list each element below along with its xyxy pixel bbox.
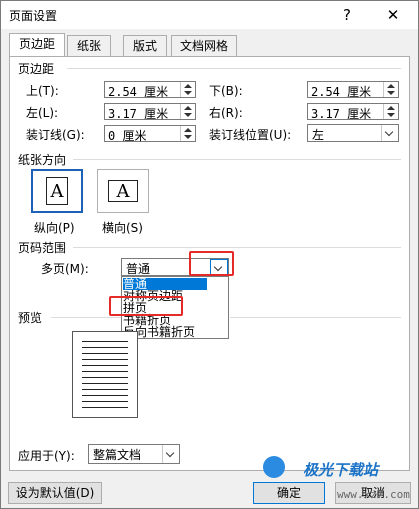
top-margin-value: 2.54 厘米 — [108, 85, 169, 99]
gutter-input[interactable]: 0 厘米 — [104, 125, 196, 143]
watermark-url: www.xz7.com — [337, 488, 410, 501]
section-preview: 预览 — [18, 309, 47, 326]
right-margin-value: 3.17 厘米 — [311, 107, 372, 121]
spin-arrows[interactable] — [180, 104, 195, 119]
page-setup-dialog: 页面设置 ? ✕ 页边距 纸张 版式 文档网格 页边距 上(T): 2.54 厘… — [0, 0, 419, 509]
preview-line — [82, 359, 128, 360]
apply-to-value: 整篇文档 — [93, 448, 142, 462]
spin-arrows[interactable] — [383, 82, 398, 97]
close-button[interactable]: ✕ — [381, 4, 405, 26]
highlight-box-option — [109, 296, 183, 316]
section-margins: 页边距 — [18, 60, 59, 77]
set-default-button[interactable]: 设为默认值(D) — [8, 482, 102, 504]
spin-arrows[interactable] — [383, 104, 398, 119]
gutter-position-select[interactable]: 左 — [307, 124, 399, 142]
tab-document-grid[interactable]: 文档网格 — [171, 35, 237, 56]
watermark-logo-icon — [263, 456, 285, 478]
tab-paper[interactable]: 纸张 — [67, 35, 111, 56]
landscape-button[interactable]: A — [97, 169, 149, 213]
left-margin-label: 左(L): — [26, 106, 59, 120]
preview-line — [82, 341, 128, 342]
gutter-value: 0 厘米 — [108, 129, 147, 143]
gutter-position-value: 左 — [312, 128, 325, 142]
bottom-margin-label: 下(B): — [209, 84, 243, 98]
chevron-down-icon[interactable] — [381, 125, 398, 141]
gutter-position-label: 装订线位置(U): — [209, 128, 292, 142]
spin-arrows[interactable] — [180, 82, 195, 97]
left-margin-input[interactable]: 3.17 厘米 — [104, 103, 196, 121]
ok-button[interactable]: 确定 — [253, 482, 325, 504]
help-button[interactable]: ? — [335, 4, 359, 26]
divider — [51, 317, 121, 318]
title-bar: 页面设置 ? ✕ — [1, 1, 418, 29]
spin-arrows[interactable] — [180, 126, 195, 141]
divider — [73, 247, 401, 248]
preview-line — [82, 389, 128, 390]
preview-line — [82, 371, 128, 372]
apply-to-select[interactable]: 整篇文档 — [88, 444, 180, 464]
apply-to-label: 应用于(Y): — [18, 449, 75, 463]
multiple-pages-label: 多页(M): — [41, 262, 89, 276]
preview-line — [82, 383, 128, 384]
preview-line — [82, 347, 128, 348]
section-pages: 页码范围 — [18, 239, 71, 256]
preview-line — [82, 377, 128, 378]
landscape-label[interactable]: 横向(S) — [102, 219, 143, 236]
divider — [230, 317, 401, 318]
preview-line — [82, 365, 128, 366]
preview-line — [82, 407, 128, 408]
tab-layout[interactable]: 版式 — [123, 35, 167, 56]
watermark-name: 极光下载站 — [303, 461, 379, 479]
divider — [67, 68, 401, 69]
bottom-margin-value: 2.54 厘米 — [311, 85, 372, 99]
top-margin-label: 上(T): — [26, 84, 59, 98]
multiple-pages-value: 普通 — [126, 262, 151, 276]
highlight-box-dropdown-button — [189, 251, 234, 276]
portrait-page-icon: A — [46, 177, 68, 205]
left-margin-value: 3.17 厘米 — [108, 107, 169, 121]
section-orientation: 纸张方向 — [18, 151, 71, 168]
bottom-margin-input[interactable]: 2.54 厘米 — [307, 81, 399, 99]
divider — [73, 159, 401, 160]
tab-margins[interactable]: 页边距 — [9, 33, 65, 57]
portrait-button[interactable]: A — [31, 169, 83, 213]
preview-line — [82, 353, 128, 354]
preview-page — [72, 331, 138, 418]
gutter-label: 装订线(G): — [26, 128, 85, 142]
chevron-down-icon[interactable] — [162, 445, 179, 463]
right-margin-input[interactable]: 3.17 厘米 — [307, 103, 399, 121]
top-margin-input[interactable]: 2.54 厘米 — [104, 81, 196, 99]
preview-line — [82, 401, 128, 402]
landscape-page-icon: A — [108, 180, 138, 202]
portrait-label[interactable]: 纵向(P) — [34, 219, 75, 236]
window-title: 页面设置 — [9, 9, 58, 23]
preview-line — [82, 395, 128, 396]
right-margin-label: 右(R): — [209, 106, 243, 120]
